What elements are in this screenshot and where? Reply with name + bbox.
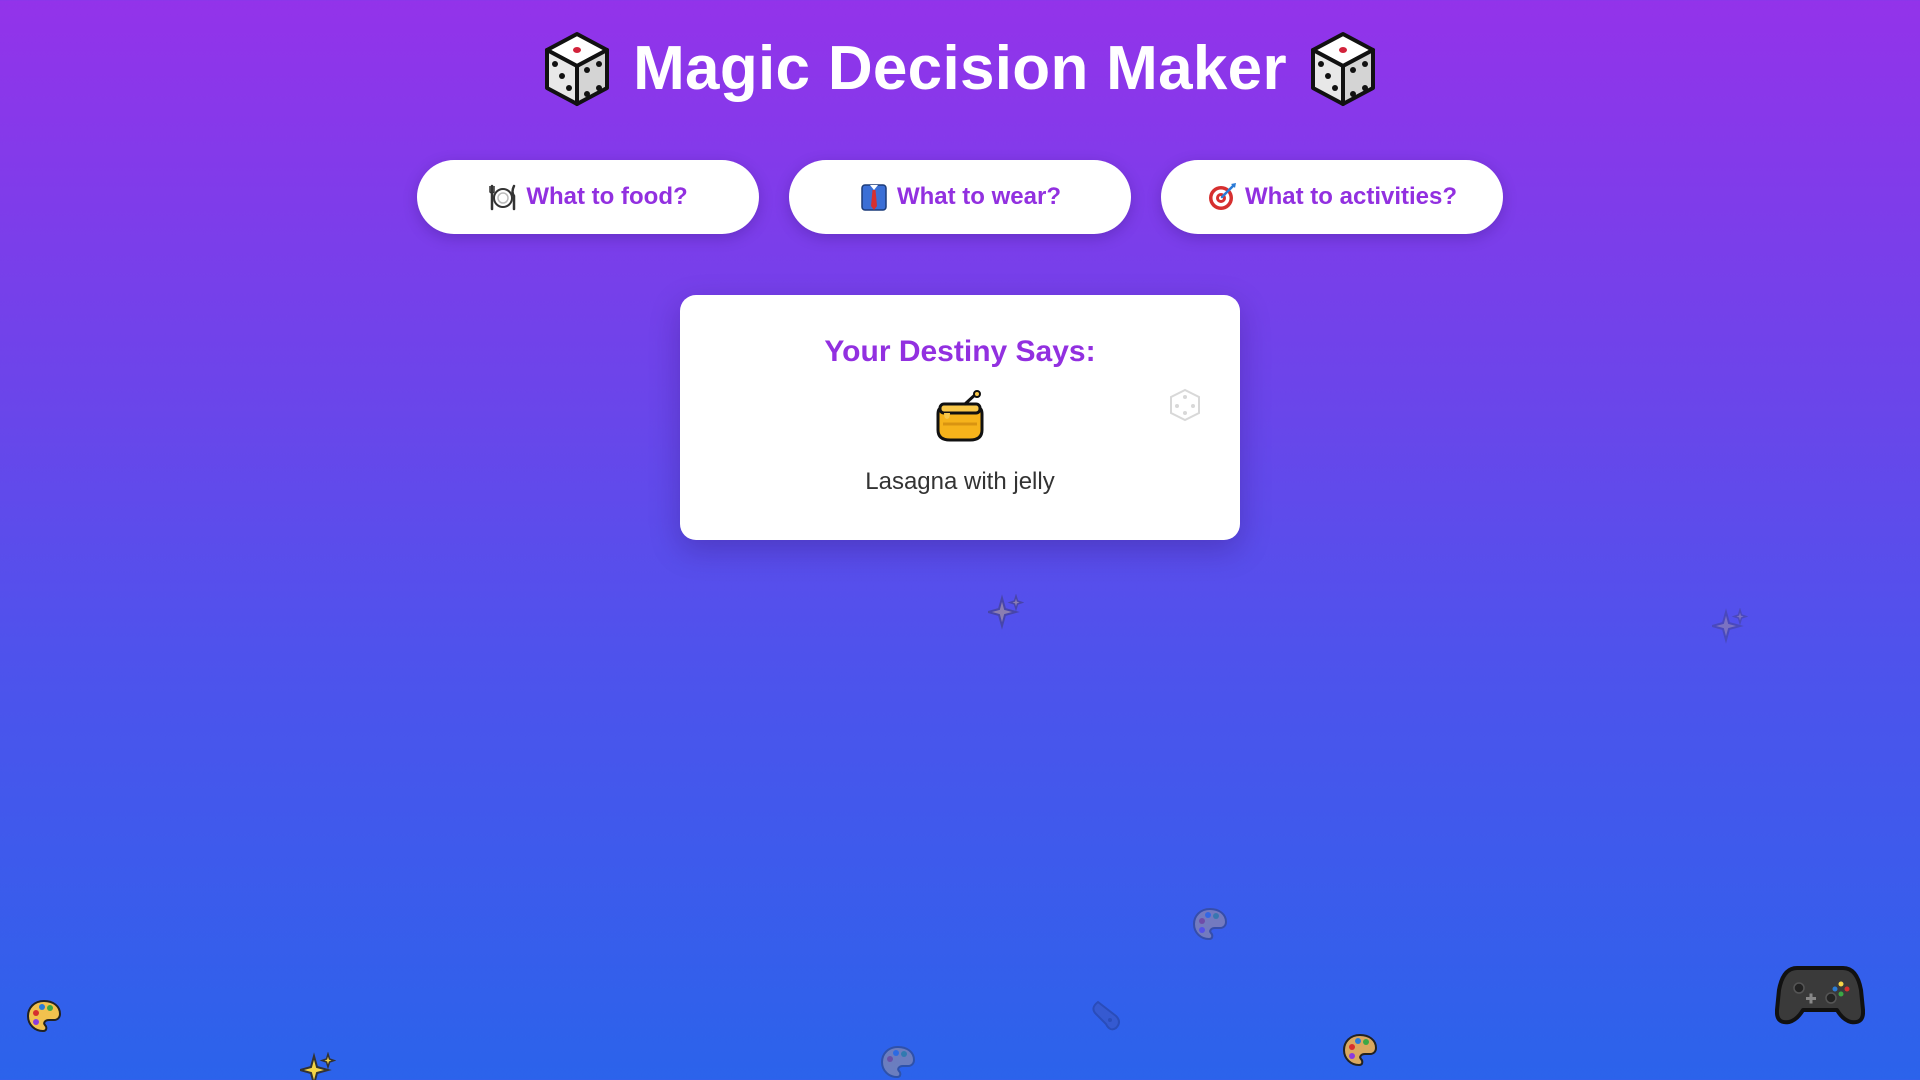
food-button[interactable]: What to food? [417, 160, 759, 234]
game-die-icon [545, 32, 610, 106]
result-text: Lasagna with jelly [865, 468, 1055, 495]
sparkles-icon [1712, 608, 1748, 644]
sparkles-icon [988, 594, 1024, 630]
game-die-icon [1310, 32, 1375, 106]
fork-knife-plate-icon [489, 184, 516, 211]
sparkles-icon [300, 1052, 336, 1080]
artist-palette-icon [1192, 907, 1228, 941]
food-button-label: What to food? [526, 183, 688, 210]
activities-button-label: What to activities? [1244, 183, 1458, 210]
video-game-controller-icon [1092, 1000, 1120, 1031]
wear-button[interactable]: What to wear? [789, 160, 1131, 234]
direct-hit-target-icon [1208, 183, 1236, 210]
shirt-tie-icon [861, 184, 887, 211]
artist-palette-icon [26, 999, 62, 1033]
honey-pot-icon [936, 390, 984, 442]
video-game-controller-icon[interactable] [1775, 960, 1865, 1028]
header: Magic Decision Maker [0, 30, 1920, 108]
activities-button[interactable]: What to activities? [1161, 160, 1503, 234]
result-heading: Your Destiny Says: [824, 335, 1096, 368]
game-die-icon [1170, 388, 1200, 422]
page-title: Magic Decision Maker [633, 34, 1287, 103]
artist-palette-icon [880, 1045, 916, 1079]
wear-button-label: What to wear? [896, 183, 1061, 210]
artist-palette-icon [1342, 1033, 1378, 1067]
result-card: Your Destiny Says: Lasagna with jelly [680, 295, 1240, 540]
category-buttons: What to food? What to wear? What to acti… [0, 160, 1920, 234]
